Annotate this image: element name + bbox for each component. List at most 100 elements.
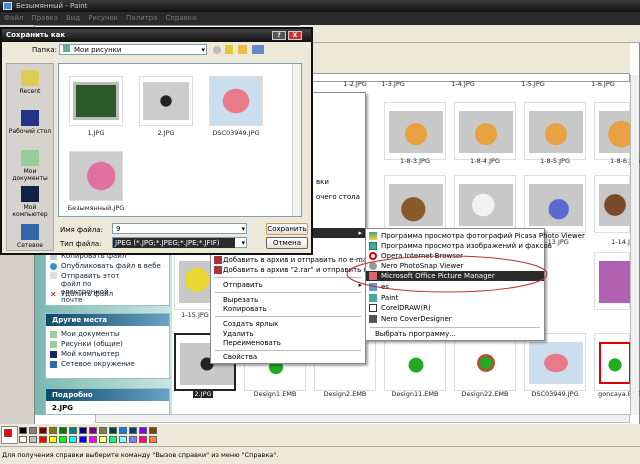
thumbnail[interactable] xyxy=(384,333,446,391)
color-swatch[interactable] xyxy=(39,427,47,434)
file-thumbnail[interactable] xyxy=(209,76,263,126)
color-swatch[interactable] xyxy=(139,427,147,434)
thumb-label[interactable]: Design11.EMB xyxy=(375,390,455,398)
place-shared-pictures[interactable]: Рисунки (общие) xyxy=(46,339,169,349)
thumb-label[interactable]: 1-5.JPG xyxy=(493,80,573,88)
thumbnail[interactable] xyxy=(594,175,631,233)
color-swatch[interactable] xyxy=(109,436,117,443)
color-swatch[interactable] xyxy=(149,427,157,434)
color-swatch[interactable] xyxy=(119,436,127,443)
save-button[interactable]: Сохранить xyxy=(266,223,308,235)
open-with-picasa[interactable]: Программа просмотра фотографий Picasa Ph… xyxy=(366,231,585,241)
color-swatch[interactable] xyxy=(79,427,87,434)
thumbnail[interactable] xyxy=(454,102,516,160)
color-swatch[interactable] xyxy=(129,436,137,443)
thumb-label[interactable]: 1-8-4.JPG xyxy=(445,157,525,165)
menu-palette[interactable]: Палитра xyxy=(126,12,157,25)
thumbnail[interactable] xyxy=(524,333,586,391)
thumbnail[interactable] xyxy=(524,102,586,160)
folder-dropdown[interactable]: Мои рисунки ▾ xyxy=(59,44,207,55)
color-swatch[interactable] xyxy=(89,436,97,443)
menu-file[interactable]: Файл xyxy=(4,12,23,25)
task-delete-file[interactable]: ✕ Удалить файл xyxy=(46,289,169,299)
color-swatch[interactable] xyxy=(59,436,67,443)
close-button[interactable]: X xyxy=(288,31,302,40)
thumb-label[interactable]: Design2.EMB xyxy=(305,390,385,398)
color-swatch[interactable] xyxy=(19,436,27,443)
thumb-label[interactable]: 1-3.JPG xyxy=(353,80,433,88)
up-folder-icon[interactable] xyxy=(225,45,233,54)
thumbnail[interactable] xyxy=(594,252,631,310)
place-my-documents[interactable]: Мои документы xyxy=(7,150,53,182)
thumbnail[interactable] xyxy=(454,333,516,391)
color-swatch[interactable] xyxy=(129,427,137,434)
color-swatch[interactable] xyxy=(139,436,147,443)
file-thumbnail[interactable] xyxy=(69,151,123,201)
panel-header[interactable]: Другие места xyxy=(46,314,169,326)
place-network[interactable]: Сетевое xyxy=(7,224,53,249)
open-with-choose-program[interactable]: Выбрать программу... xyxy=(366,329,544,339)
filetype-dropdown[interactable]: JPEG (*.JPG;*.JPEG;*.JPE;*.JFIF) ▾ xyxy=(112,237,247,248)
thumb-label[interactable]: 1-8-3.JPG xyxy=(375,157,455,165)
thumb-label-selected[interactable]: 2.JPG xyxy=(163,390,243,398)
vertical-scrollbar[interactable] xyxy=(630,75,639,415)
thumbnail[interactable] xyxy=(594,333,631,391)
file-list-scrollbar[interactable] xyxy=(292,64,301,216)
menu-help[interactable]: Справка xyxy=(165,12,196,25)
task-publish-web[interactable]: Опубликовать файл в вебе xyxy=(46,261,169,271)
color-swatch[interactable] xyxy=(19,427,27,434)
color-swatch[interactable] xyxy=(59,427,67,434)
file-label[interactable]: 1.JPG xyxy=(56,129,136,137)
menu-item-properties[interactable]: Свойства xyxy=(211,352,365,362)
thumb-label[interactable]: 1-4.JPG xyxy=(423,80,503,88)
color-swatch[interactable] xyxy=(49,436,57,443)
place-network[interactable]: Сетевое окружение xyxy=(46,359,169,369)
color-swatch[interactable] xyxy=(109,427,117,434)
thumbnail[interactable] xyxy=(524,175,586,233)
thumb-label[interactable]: 1-8-5.JPG xyxy=(515,157,595,165)
cancel-button[interactable]: Отмена xyxy=(266,237,308,249)
task-email-file[interactable]: Отправить этот файл по электронной почте xyxy=(46,271,169,304)
color-swatch[interactable] xyxy=(29,427,37,434)
help-button[interactable]: ? xyxy=(272,31,286,40)
thumbnail[interactable] xyxy=(174,252,215,310)
place-desktop[interactable]: Рабочий стол xyxy=(7,110,53,135)
thumb-label[interactable]: Design1.EMB xyxy=(235,390,315,398)
color-swatch[interactable] xyxy=(99,427,107,434)
color-swatch[interactable] xyxy=(39,436,47,443)
place-my-computer[interactable]: Мой компьютер xyxy=(46,349,169,359)
place-recent[interactable]: Recent xyxy=(7,70,53,95)
color-swatch[interactable] xyxy=(89,427,97,434)
panel-header[interactable]: Подробно xyxy=(46,389,169,401)
color-swatch[interactable] xyxy=(29,436,37,443)
file-label[interactable]: Безымянный.JPG xyxy=(56,204,136,212)
color-swatch[interactable] xyxy=(99,436,107,443)
thumbnail[interactable] xyxy=(384,175,446,233)
filename-input[interactable]: 9 ▾ xyxy=(112,223,247,234)
open-with-nero-coverdesigner[interactable]: Nero CoverDesigner xyxy=(366,314,544,324)
back-icon[interactable] xyxy=(213,46,221,54)
view-menu-icon[interactable] xyxy=(252,45,264,54)
place-my-computer[interactable]: Мой компьютер xyxy=(7,186,53,218)
thumb-label[interactable]: Design22.EMB xyxy=(445,390,525,398)
thumbnail[interactable] xyxy=(384,102,446,160)
color-swatch[interactable] xyxy=(149,436,157,443)
new-folder-icon[interactable] xyxy=(238,45,247,54)
open-with-coreldraw[interactable]: CorelDRAW(R) xyxy=(366,303,544,313)
thumbnail[interactable] xyxy=(454,175,516,233)
file-label[interactable]: 2.JPG xyxy=(126,129,206,137)
color-swatch[interactable] xyxy=(69,427,77,434)
menu-edit[interactable]: Правка xyxy=(31,12,58,25)
menu-item-rename[interactable]: Переименовать xyxy=(211,338,365,348)
color-swatch[interactable] xyxy=(79,436,87,443)
menu-image[interactable]: Рисунок xyxy=(88,12,118,25)
place-my-documents[interactable]: Мои документы xyxy=(46,329,169,339)
menu-view[interactable]: Вид xyxy=(66,12,80,25)
file-label[interactable]: DSC03949.JPG xyxy=(196,129,276,137)
menu-item-create-shortcut[interactable]: Создать ярлык xyxy=(211,319,365,329)
horizontal-scrollbar[interactable] xyxy=(95,414,630,423)
color-swatch[interactable] xyxy=(69,436,77,443)
thumb-label[interactable]: 1-6.JPG xyxy=(563,80,640,88)
thumbnail[interactable] xyxy=(594,102,631,160)
color-swatch[interactable] xyxy=(119,427,127,434)
